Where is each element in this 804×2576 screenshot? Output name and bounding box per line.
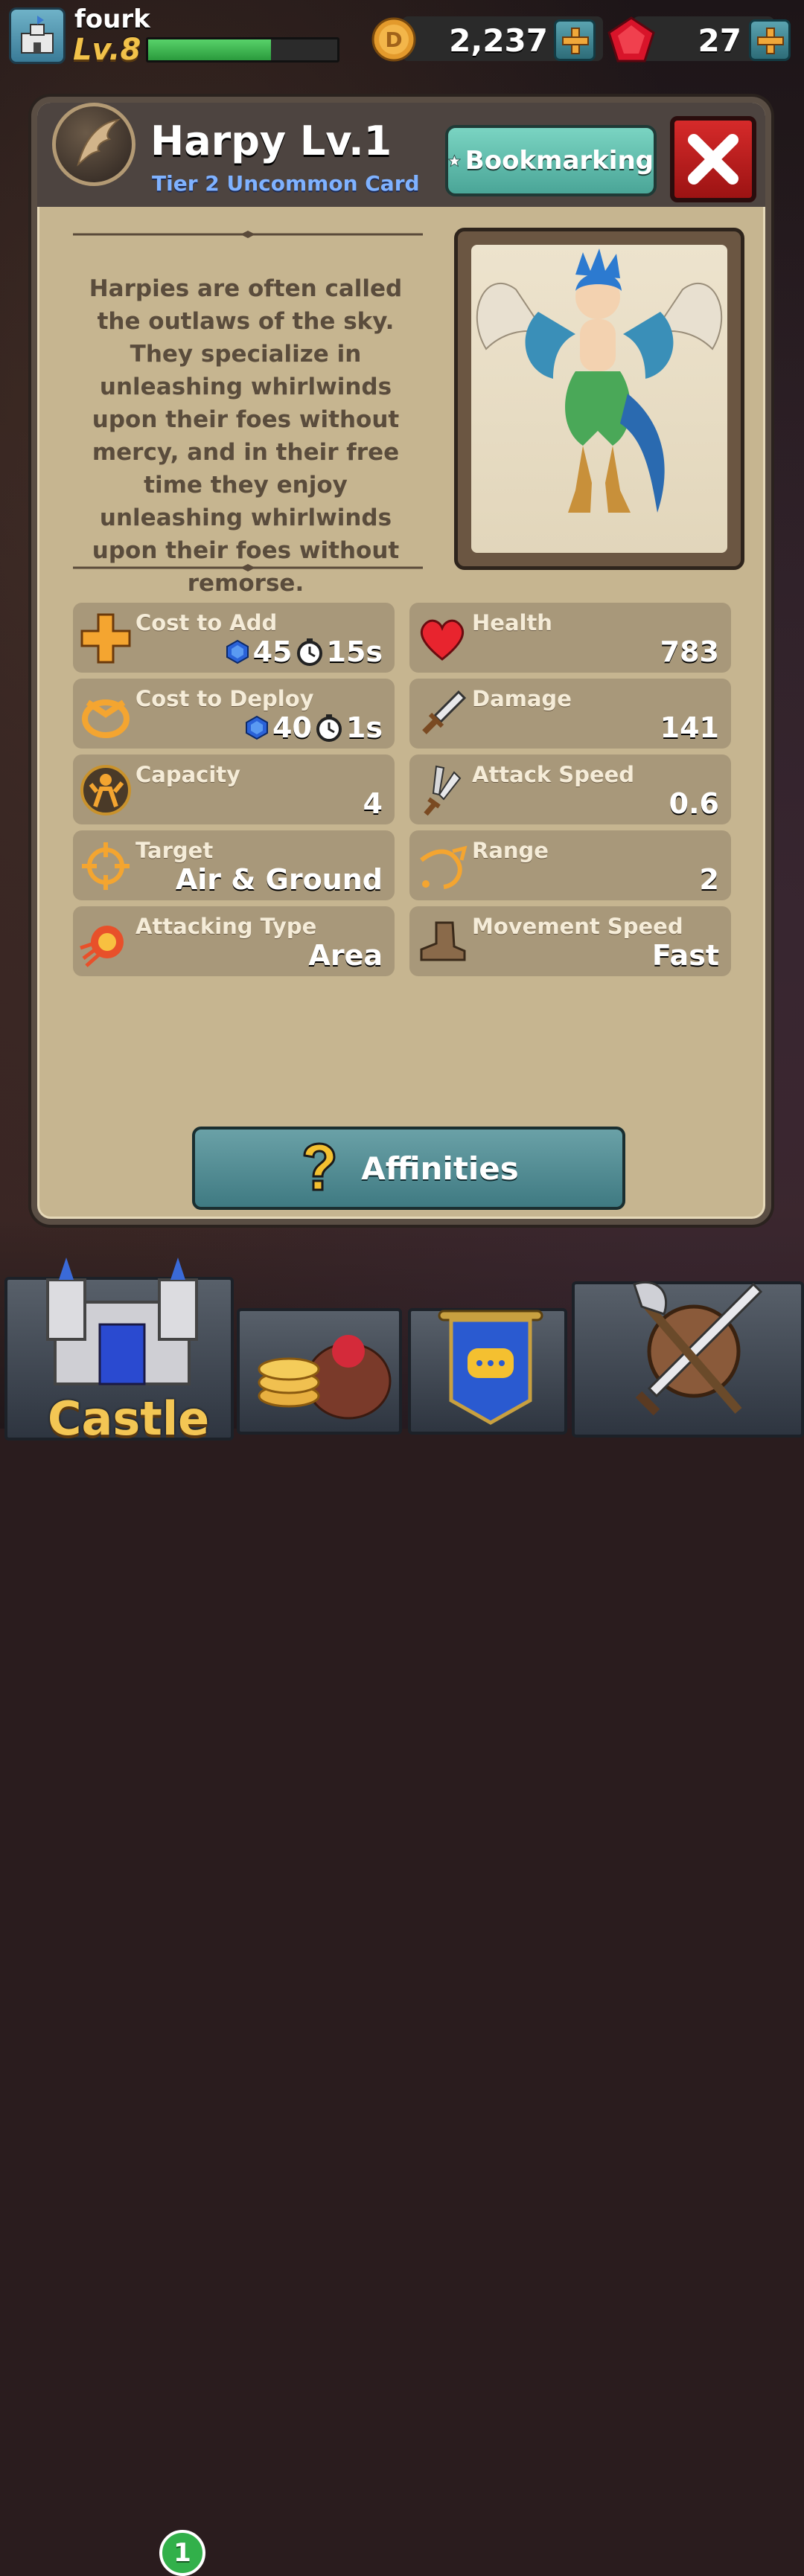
stat-target: Target Air & Ground xyxy=(73,830,395,900)
xp-bar-fill xyxy=(148,39,272,60)
unit-portrait xyxy=(471,245,727,553)
stat-label: Attacking Type xyxy=(135,914,317,939)
stat-value: 783 xyxy=(660,635,719,668)
stat-health: Health 783 xyxy=(409,603,731,673)
xp-bar xyxy=(146,37,339,63)
ruby-icon xyxy=(607,16,655,63)
treasure-bag-icon xyxy=(258,1335,392,1420)
gold-amount: 2,237 xyxy=(449,22,548,59)
boot-icon xyxy=(420,921,466,961)
sword-icon xyxy=(422,690,467,734)
panel-header: Harpy Lv.1 Tier 2 Uncommon Card Bookmark… xyxy=(37,103,765,207)
crosshair-icon xyxy=(82,842,130,890)
stat-label: Cost to Deploy xyxy=(135,686,314,711)
question-mark-icon xyxy=(303,1142,336,1191)
stat-value: Area xyxy=(308,939,383,972)
stat-cost-to-deploy: Cost to Deploy 40 1s xyxy=(73,679,395,749)
stat-value: 141 xyxy=(660,711,719,744)
bookmark-button[interactable]: Bookmarking xyxy=(445,125,657,196)
castle-notification-badge: 1 xyxy=(159,2530,205,2576)
card-title: Harpy Lv.1 xyxy=(150,118,392,164)
gem-amount: 27 xyxy=(698,22,741,59)
blue-gem-icon xyxy=(226,639,249,664)
player-level: Lv.8 xyxy=(73,33,141,67)
cost-to-deploy-gems: 40 xyxy=(272,711,312,744)
cost-to-deploy-time: 1s xyxy=(345,711,383,744)
wing-icon xyxy=(52,103,135,186)
castle-icon xyxy=(21,16,54,54)
plus-icon xyxy=(80,613,131,664)
affinities-label: Affinities xyxy=(361,1150,519,1187)
stat-label: Attack Speed xyxy=(472,762,635,787)
cost-to-add-time: 15s xyxy=(326,635,383,668)
add-gold-button[interactable] xyxy=(554,19,596,61)
capacity-icon xyxy=(80,765,131,816)
deploy-icon xyxy=(82,699,130,738)
add-gems-button[interactable] xyxy=(749,19,791,61)
ornament-divider-top xyxy=(73,231,423,238)
harpy-illustration xyxy=(476,249,723,513)
stat-value: 40 1s xyxy=(244,711,383,744)
stat-value: Fast xyxy=(651,939,719,972)
card-subtitle: Tier 2 Uncommon Card xyxy=(152,171,420,196)
clock-icon xyxy=(316,714,342,742)
cost-to-add-gems: 45 xyxy=(252,635,293,668)
top-bar: fourk Lv.8 D 2,237 27 xyxy=(0,0,804,74)
stat-capacity: Capacity 4 xyxy=(73,754,395,824)
nav-tab-social[interactable] xyxy=(408,1308,567,1435)
crossed-weapons-icon xyxy=(633,1281,763,1416)
svg-text:D: D xyxy=(385,28,402,52)
clock-icon xyxy=(296,638,322,666)
stat-damage: Damage 141 xyxy=(409,679,731,749)
castle-icon xyxy=(46,1257,198,1385)
star-icon xyxy=(448,154,461,167)
heart-icon xyxy=(420,619,465,661)
multi-sword-icon xyxy=(424,765,462,816)
stat-label: Range xyxy=(472,838,549,863)
nav-tab-battle[interactable] xyxy=(572,1281,804,1438)
stat-attacking-type: Attacking Type Area xyxy=(73,906,395,976)
stat-label: Health xyxy=(472,610,552,635)
card-detail-panel: Harpy Lv.1 Tier 2 Uncommon Card Bookmark… xyxy=(31,97,771,1225)
stat-attack-speed: Attack Speed 0.6 xyxy=(409,754,731,824)
player-name: fourk xyxy=(74,4,150,34)
unit-portrait-frame xyxy=(454,228,744,570)
close-icon xyxy=(688,134,738,185)
explosion-icon xyxy=(80,926,124,967)
affinities-button[interactable]: Affinities xyxy=(192,1127,625,1210)
stat-label: Capacity xyxy=(135,762,241,787)
card-description: Harpies are often called the outlaws of … xyxy=(89,275,403,597)
stat-value: 4 xyxy=(363,787,383,820)
stat-value: 45 15s xyxy=(225,635,383,668)
chat-banner-icon xyxy=(438,1310,543,1425)
gold-coin-icon: D xyxy=(371,17,416,62)
stat-label: Movement Speed xyxy=(472,914,683,939)
stat-cost-to-add: Cost to Add 45 15s xyxy=(73,603,395,673)
stat-label: Target xyxy=(135,838,214,863)
stat-movement-speed: Movement Speed Fast xyxy=(409,906,731,976)
player-avatar[interactable] xyxy=(9,7,66,64)
bookmark-label: Bookmarking xyxy=(465,146,654,176)
stat-label: Damage xyxy=(472,686,572,711)
stat-value: Air & Ground xyxy=(175,863,383,896)
ornament-divider-bottom xyxy=(73,564,423,571)
nav-tab-shop[interactable] xyxy=(237,1308,402,1435)
bow-arrow-icon xyxy=(420,845,468,889)
blue-gem-icon xyxy=(246,715,269,740)
nav-castle-label: Castle xyxy=(48,1391,210,1446)
stat-label: Cost to Add xyxy=(135,610,278,635)
stat-value: 0.6 xyxy=(669,787,719,820)
stat-value: 2 xyxy=(699,863,719,896)
close-button[interactable] xyxy=(670,116,756,202)
stat-range: Range 2 xyxy=(409,830,731,900)
